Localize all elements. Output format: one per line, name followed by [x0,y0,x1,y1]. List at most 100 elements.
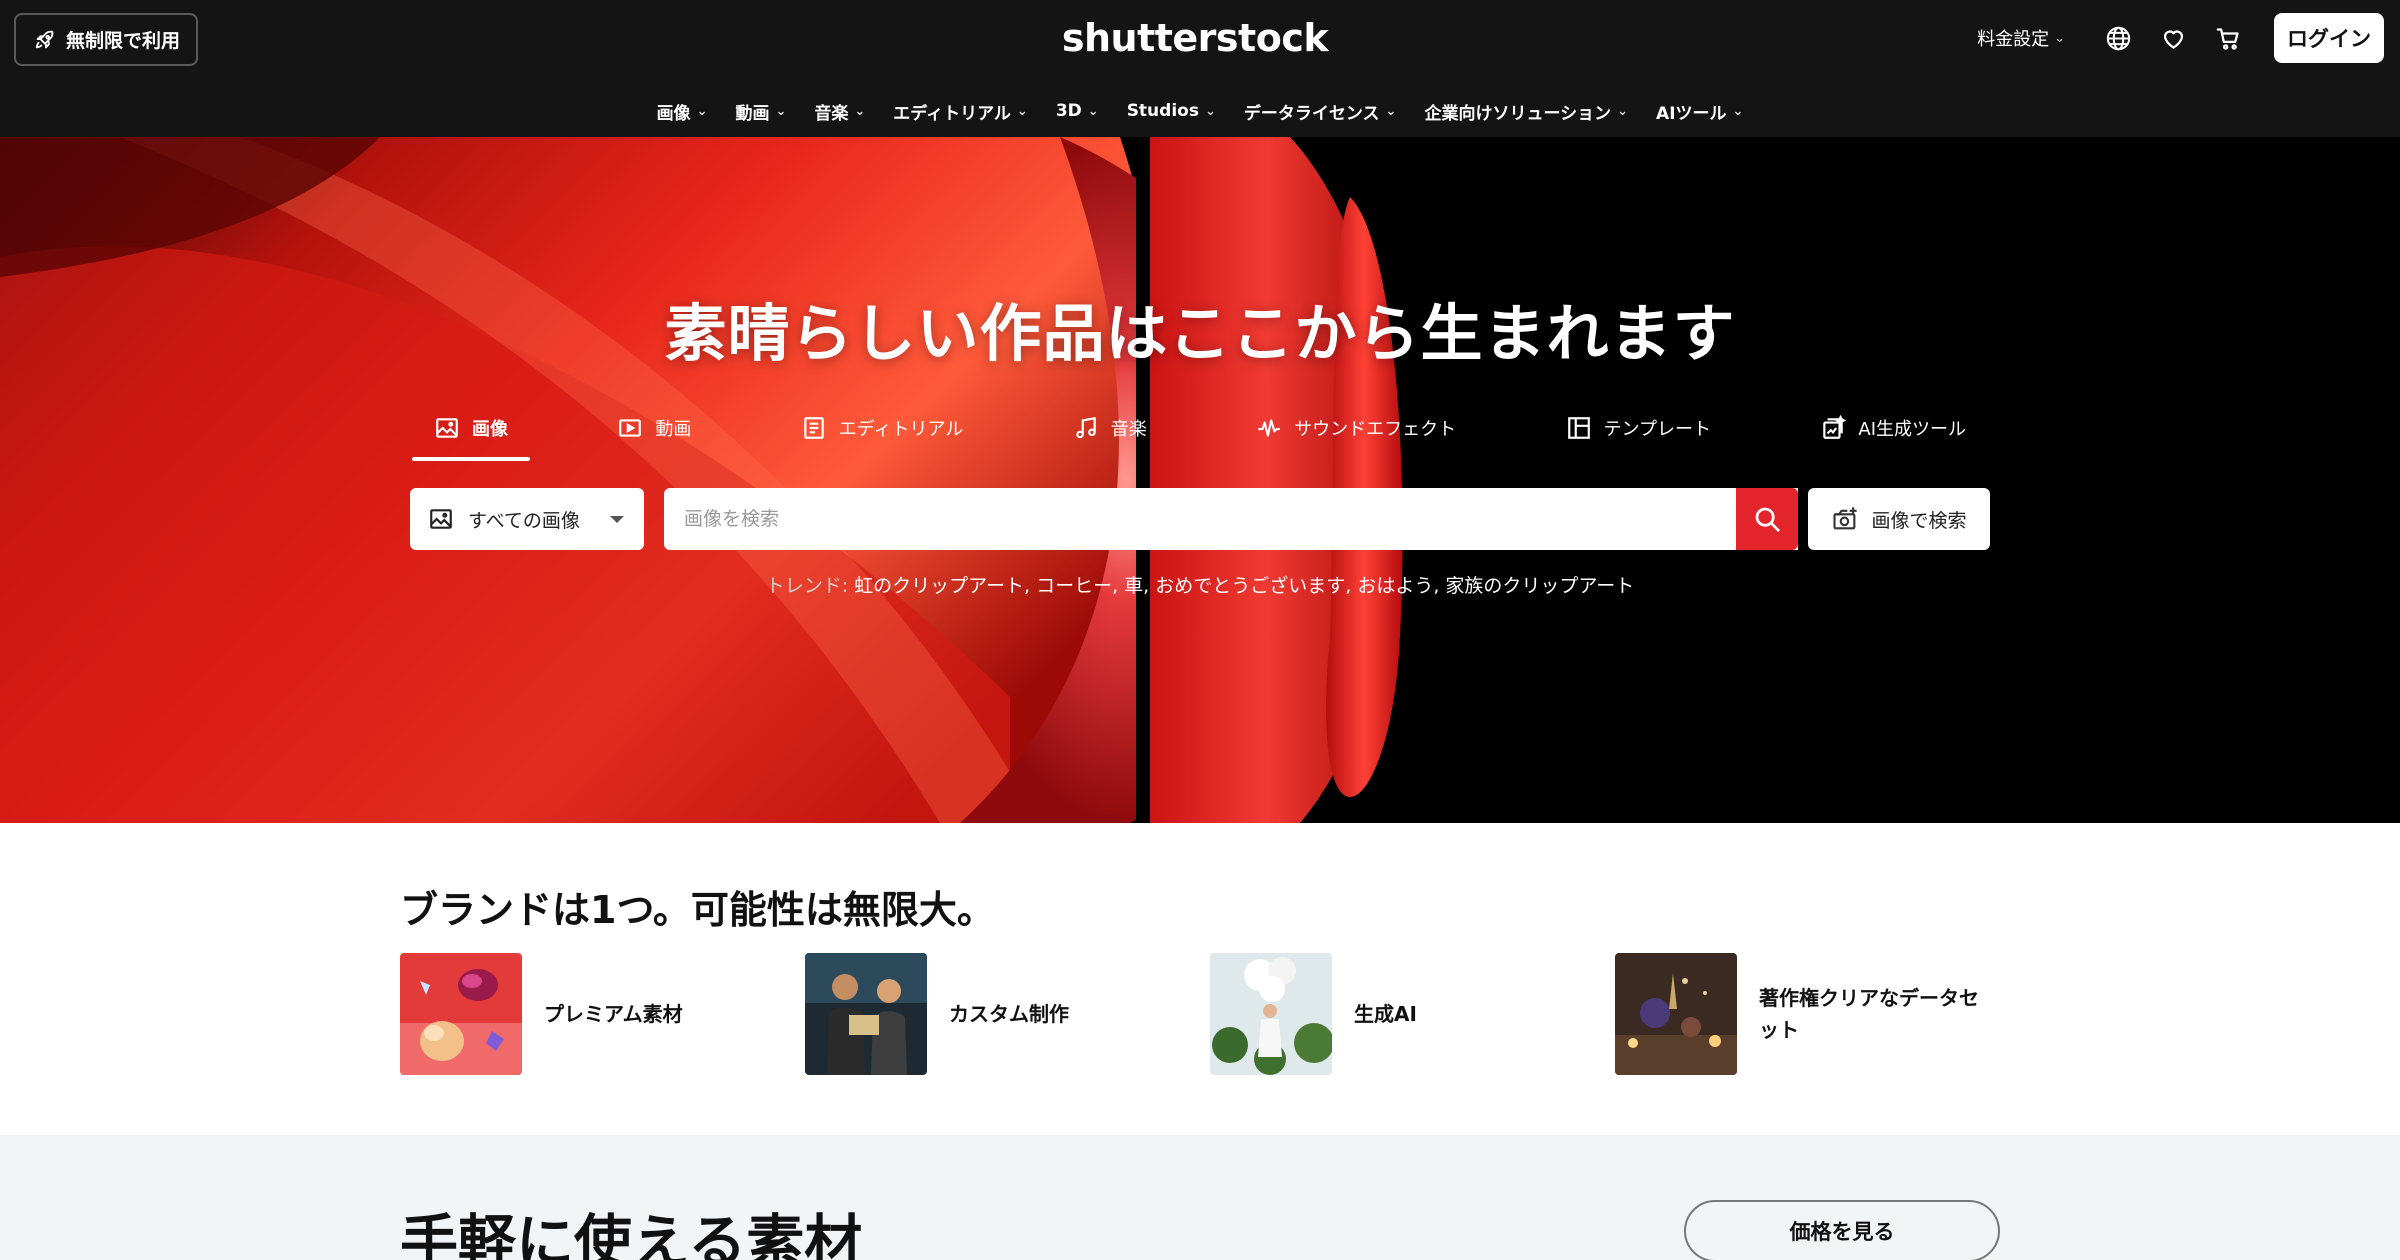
language-button[interactable] [2091,13,2146,63]
image-search-button[interactable]: 画像で検索 [1808,488,1990,550]
generative-ai-image [1210,953,1332,1075]
music-icon [1075,416,1096,439]
custom-production-image [805,953,927,1075]
tab-images[interactable]: 画像 [412,405,530,461]
brand-title: ブランドは1つ。可能性は無限大。 [400,888,995,932]
feature-label: 生成AI [1354,1002,1417,1026]
search-icon [1755,507,1780,532]
feature-thumbnail [805,953,927,1075]
brand-section: ブランドは1つ。可能性は無限大。 プレミアム素材 カスタム制作 生成AI 著作権… [0,823,2400,1135]
feature-thumbnail [1615,953,1737,1075]
chevron-down-icon: ⌄ [1087,103,1099,119]
feature-copyright-cleared-datasets[interactable]: 著作権クリアなデータセット [1615,953,1995,1075]
login-button[interactable]: ログイン [2274,13,2384,63]
media-type-tabs: 画像 動画 エディトリアル 音楽 サウンドエフェクト テンプレート AI生成ツー… [412,405,1988,461]
globe-icon [2106,26,2131,50]
hero-title: 素晴らしい作品はここから生まれます [664,297,1736,370]
easy-assets-section: 手軽に使える素材 価格を見る [0,1135,2400,1260]
ai-generate-icon [1823,415,1847,439]
asset-type-select[interactable]: すべての画像 [410,488,644,550]
nav-item-images[interactable]: 画像 ⌄ [657,96,708,126]
chevron-down-icon: ⌄ [1204,103,1216,119]
nav-label: 3D [1055,101,1082,121]
favorites-button[interactable] [2146,13,2201,63]
main-nav: 画像 ⌄ 動画 ⌄ 音楽 ⌄ エディトリアル ⌄ 3D ⌄ Studios ⌄ データライセ… [0,96,2400,126]
tab-label: 音楽 [1110,419,1147,440]
trends-links[interactable]: 虹のクリップアート, コーヒー, 車, おめでとうございます, おはよう, 家族… [854,575,1634,597]
nav-item-music[interactable]: 音楽 ⌄ [814,96,865,126]
caret-down-icon [609,515,624,523]
feature-label: 著作権クリアなデータセット [1759,986,1979,1042]
nav-label: エディトリアル [893,103,1011,124]
nav-item-ai-tools[interactable]: AIツール ⌄ [1656,96,1743,126]
unlimited-button[interactable]: 無制限で利用 [14,13,198,66]
hero-background-image [0,137,2400,823]
chevron-down-icon: ⌄ [1385,103,1397,119]
nav-label: 音楽 [814,103,849,124]
heart-icon [2163,30,2184,49]
pricing-menu[interactable]: 料金設定 ⌄ [1977,25,2065,51]
nav-item-3d[interactable]: 3D ⌄ [1056,96,1099,126]
search-input[interactable] [664,488,1798,550]
chevron-down-icon: ⌄ [1732,103,1744,119]
trending-searches: トレンド: 虹のクリップアート, コーヒー, 車, おめでとうございます, おは… [0,571,2400,598]
premium-assets-image [400,953,522,1075]
feature-premium-assets[interactable]: プレミアム素材 [400,953,780,1075]
datasets-image [1615,953,1737,1075]
image-search-label: 画像で検索 [1871,509,1967,532]
hero-section: 素晴らしい作品はここから生まれます 画像 動画 エディトリアル 音楽 サウンドエ… [0,137,2400,823]
tab-label: エディトリアル [838,419,964,440]
search-button[interactable] [1736,488,1798,550]
nav-label: 企業向けソリューション [1424,103,1612,124]
nav-item-data-licensing[interactable]: データライセンス ⌄ [1244,96,1397,126]
feature-thumbnail [1210,953,1332,1075]
feature-thumbnail [400,953,522,1075]
template-icon [1567,417,1590,439]
view-pricing-button[interactable]: 価格を見る [1684,1200,2000,1260]
tab-label: サウンドエフェクト [1294,419,1457,440]
feature-label: カスタム制作 [949,1002,1069,1026]
image-icon [436,418,458,438]
header-actions: 料金設定 ⌄ ログイン [1977,13,2384,63]
asset-type-value: すべての画像 [468,509,580,532]
chevron-down-icon: ⌄ [696,103,708,119]
chevron-down-icon: ⌄ [1016,103,1028,119]
tab-label: テンプレート [1603,419,1711,440]
nav-item-enterprise[interactable]: 企業向けソリューション ⌄ [1424,96,1628,126]
cart-button[interactable] [2201,13,2256,63]
nav-label: Studios [1126,101,1199,121]
top-header: 無制限で利用 shutterstock 料金設定 ⌄ ログイン 画像 ⌄ 動画 … [0,0,2400,137]
unlimited-label: 無制限で利用 [66,30,181,52]
shutterstock-logo[interactable]: shutterstock [1000,10,1390,66]
easy-assets-title: 手軽に使える素材 [400,1208,863,1260]
tab-ai-generator[interactable]: AI生成ツール [1798,405,1988,451]
chevron-down-icon: ⌄ [2054,30,2065,46]
feature-label: プレミアム素材 [544,1002,683,1026]
trends-label: トレンド: [765,575,849,597]
chevron-down-icon: ⌄ [775,103,787,119]
search-box [664,488,1798,550]
tab-label: 画像 [472,419,508,440]
nav-item-editorial[interactable]: エディトリアル ⌄ [893,96,1028,126]
image-icon [430,509,452,529]
tab-sound-effects[interactable]: サウンドエフェクト [1234,405,1478,451]
tab-templates[interactable]: テンプレート [1544,405,1733,451]
nav-item-video[interactable]: 動画 ⌄ [735,96,786,126]
feature-generative-ai[interactable]: 生成AI [1210,953,1590,1075]
rocket-icon [35,30,54,48]
tab-editorial[interactable]: エディトリアル [779,405,986,451]
pricing-label: 料金設定 [1977,29,2050,50]
cart-icon [2216,27,2239,50]
editorial-icon [804,417,824,439]
nav-label: データライセンス [1243,103,1380,124]
nav-label: AIツール [1656,103,1727,124]
feature-custom-production[interactable]: カスタム制作 [805,953,1185,1075]
chevron-down-icon: ⌄ [1617,103,1629,119]
nav-item-studios[interactable]: Studios ⌄ [1127,96,1216,126]
tab-label: 動画 [655,419,692,440]
nav-label: 画像 [656,103,691,124]
video-icon [619,419,642,437]
tab-video[interactable]: 動画 [595,405,713,451]
camera-plus-icon [1833,507,1858,530]
tab-music[interactable]: 音楽 [1051,405,1169,451]
